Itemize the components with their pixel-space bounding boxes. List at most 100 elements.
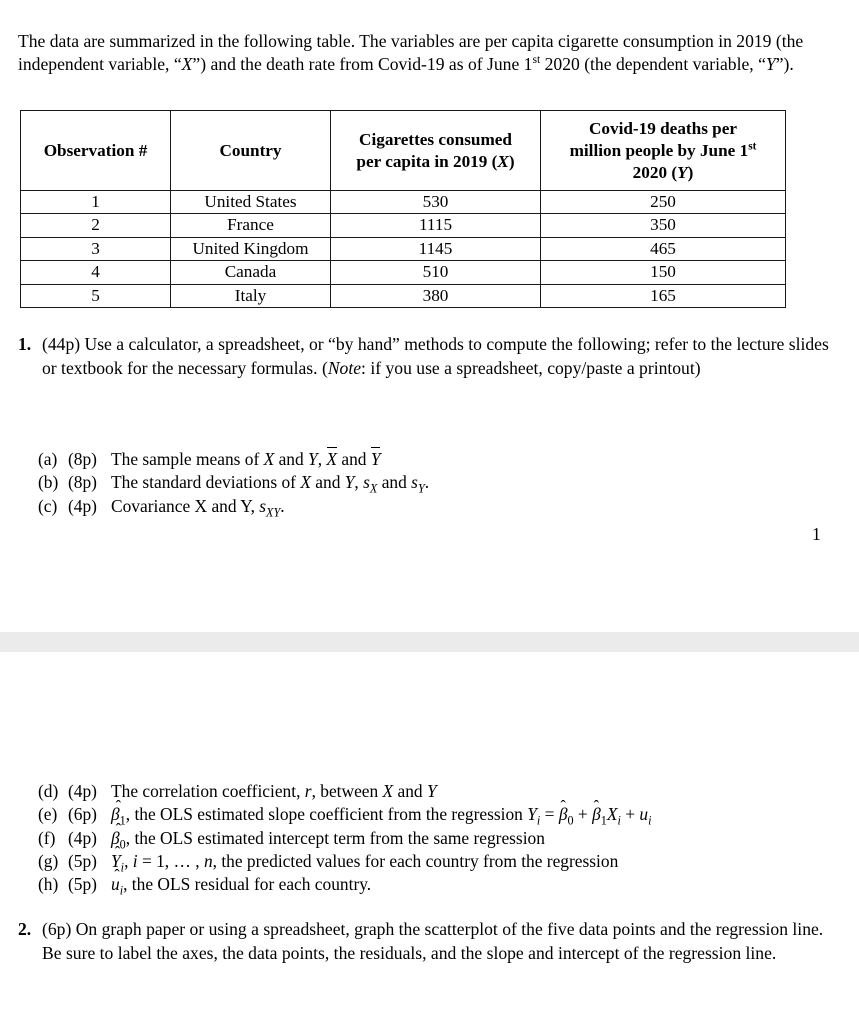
subitem-f-label: (f) (38, 827, 56, 848)
intro-variable-x: X (181, 54, 193, 75)
cell-deaths: 465 (540, 236, 786, 262)
cell-cigarettes: 1145 (330, 236, 541, 262)
overbar (326, 446, 337, 448)
cell-cigarettes: 1115 (330, 213, 541, 238)
header-deaths-var: Y (677, 162, 688, 182)
subitem-c-points: (4p) (68, 495, 97, 516)
subitem-b-sy-s: s (411, 472, 418, 493)
question-1-note-label: Note (327, 357, 362, 378)
subitem-a-var-y: Y (308, 449, 318, 469)
subitem-f-points: (4p) (68, 827, 97, 848)
header-country: Country (170, 110, 331, 191)
table-row: 1 United States 530 250 (20, 189, 786, 215)
hat-accent: ̂ (111, 845, 124, 861)
subitem-g-text: ̂Yi, i = 1, … , n, the predicted values … (111, 850, 618, 874)
table-row: 4 Canada 510 150 (20, 260, 786, 285)
subitem-f-part-1: , the OLS estimated intercept term from … (125, 827, 545, 848)
cell-cigarettes: 510 (330, 260, 541, 285)
subitem-b-var-x: X (300, 472, 311, 493)
cell-observation: 1 (20, 189, 171, 215)
subitem-d-points: (4p) (68, 781, 97, 801)
eq-beta0-hat: ̂β (559, 803, 568, 826)
cell-country: United States (170, 189, 331, 215)
subitem-c-tail: . (280, 495, 285, 516)
subitem-a-var-x: X (263, 449, 275, 469)
subitem-d-label: (d) (38, 781, 59, 801)
subitem-b-tail: . (424, 472, 430, 493)
cell-country: Italy (170, 283, 331, 309)
cell-observation: 5 (20, 283, 171, 309)
subitem-a-points: (8p) (68, 449, 97, 469)
eq-u-subscript: i (648, 813, 652, 828)
subitem-b: (b) (8p) The standard deviations of X an… (38, 471, 598, 496)
subitem-d-text: The correlation coefficient, r, between … (111, 780, 437, 803)
cell-deaths: 250 (540, 189, 786, 215)
subitem-b-text: The standard deviations of X and Y, sX a… (111, 471, 430, 496)
subitem-a-prefix: The sample means of (111, 449, 264, 469)
cell-deaths: 150 (540, 260, 786, 285)
intro-text-part-3: 2020 (the dependent variable, “ (540, 54, 766, 75)
header-cigarettes-line2b: ) (508, 151, 515, 171)
subitem-b-sx: sX (363, 472, 377, 495)
header-deaths-line3a: 2020 ( (632, 162, 678, 182)
question-2-number: 2. (18, 919, 32, 939)
cell-cigarettes: 530 (330, 189, 541, 215)
subitem-e-part-1: , the OLS estimated slope coefficient fr… (125, 804, 528, 825)
subitem-b-var-y: Y (344, 472, 355, 493)
subitem-b-sy-subscript: Y (417, 481, 425, 496)
header-cigarettes-var: X (497, 151, 509, 171)
subitem-g-part-2: = 1, … , (137, 850, 204, 871)
header-cigarettes: Cigarettes consumed per capita in 2019 (… (330, 110, 541, 191)
subitem-e-label: (e) (38, 804, 58, 825)
page-separator-band (0, 632, 859, 652)
subitem-d-var-y: Y (426, 781, 437, 801)
subitem-c-label: (c) (38, 495, 58, 516)
subitem-a-xbar: X (326, 446, 338, 471)
table-row: 3 United Kingdom 1145 465 (20, 236, 786, 262)
cell-country: Canada (170, 260, 331, 285)
subitem-d-part-2: , between (311, 781, 383, 801)
question-1-number: 1. (18, 334, 32, 354)
header-deaths: Covid-19 deaths per million people by Ju… (540, 110, 786, 191)
eq-plus-1: + (573, 804, 593, 825)
question-1: 1. (44p) Use a calculator, a spreadsheet… (18, 333, 848, 380)
intro-text-part-4: ”). (775, 54, 794, 75)
subitem-b-prefix: The standard deviations of (111, 472, 301, 493)
subitem-h-points: (5p) (68, 874, 97, 895)
subitem-h-u-subscript: i (119, 883, 124, 898)
cell-country: France (170, 213, 331, 238)
subitem-f: (f) (4p) ̂β0, the OLS estimated intercep… (38, 827, 828, 851)
header-cigarettes-line1: Cigarettes consumed (359, 129, 512, 149)
eq-x: X (606, 804, 618, 825)
eq-beta1-hat: ̂β (592, 803, 601, 826)
subitem-a-xbar-letter: X (326, 449, 338, 469)
cell-observation: 3 (20, 236, 171, 262)
subitem-b-s-mid: and (377, 472, 412, 493)
cell-deaths: 350 (540, 213, 786, 238)
header-deaths-line2: million people by June 1 (569, 140, 749, 160)
cell-deaths: 165 (540, 283, 786, 309)
subitem-b-mid: and (310, 472, 345, 493)
cell-observation: 2 (20, 213, 171, 238)
subitem-list-abc: (a) (8p) The sample means of X and Y, X … (38, 446, 598, 520)
subitem-g-label: (g) (38, 850, 59, 871)
intro-variable-y: Y (765, 54, 776, 75)
subitem-c-sxy: sXY (259, 496, 281, 520)
eq-equals: = (540, 804, 559, 825)
header-deaths-line1: Covid-19 deaths per (588, 118, 737, 138)
subitem-d-part-1: The correlation coefficient, (111, 781, 305, 801)
page-number: 1 (812, 524, 821, 544)
eq-plus-2: + (620, 804, 640, 825)
hat-accent: ̂ (592, 799, 601, 815)
subitem-d-var-x: X (382, 781, 394, 801)
cell-observation: 4 (20, 260, 171, 285)
question-2-text: (6p) On graph paper or using a spreadshe… (42, 919, 824, 963)
subitem-h-label: (h) (38, 874, 59, 895)
table-row: 5 Italy 380 165 (20, 283, 786, 309)
subitem-d-var-r: r (304, 781, 312, 801)
subitem-c-sxy-subscript: XY (266, 505, 281, 520)
subitem-a-bar-mid: and (337, 449, 371, 469)
subitem-a-mid: and (274, 449, 309, 469)
subitem-c: (c) (4p) Covariance X and Y, sXY. (38, 495, 598, 520)
subitem-e-equation: Yi = ̂β0 + ̂β1Xi + ui (527, 803, 651, 827)
